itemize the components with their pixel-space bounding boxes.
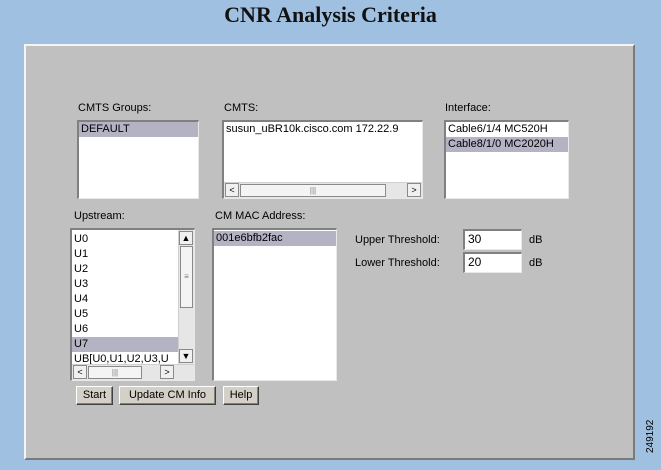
interface-label: Interface:	[445, 102, 491, 114]
list-item[interactable]: susun_uBR10k.cisco.com 172.22.9	[224, 122, 422, 137]
list-item[interactable]: Cable6/1/4 MC520H	[446, 122, 568, 137]
cmts-label: CMTS:	[224, 102, 259, 114]
criteria-panel: CMTS Groups: DEFAULT CMTS: susun_uBR10k.…	[24, 44, 635, 460]
scroll-thumb[interactable]: |||	[240, 184, 386, 197]
scroll-right-icon[interactable]: >	[160, 365, 174, 379]
scroll-left-icon[interactable]: <	[225, 183, 239, 197]
lower-threshold-label: Lower Threshold:	[355, 257, 440, 269]
list-item[interactable]: U0	[72, 232, 178, 247]
upper-threshold-label: Upper Threshold:	[355, 234, 440, 246]
update-cm-info-button[interactable]: Update CM Info	[119, 386, 216, 405]
cm-mac-label: CM MAC Address:	[215, 210, 306, 222]
upper-threshold-input[interactable]: 30	[463, 229, 522, 250]
upstream-list[interactable]: U0 U1 U2 U3 U4 U5 U6 U7 UB[U0,U1,U2,U3,U…	[70, 228, 195, 381]
list-item[interactable]: U4	[72, 292, 178, 307]
lower-threshold-unit: dB	[529, 257, 543, 269]
list-item[interactable]: U6	[72, 322, 178, 337]
upstream-label: Upstream:	[74, 210, 125, 222]
list-item[interactable]: U3	[72, 277, 178, 292]
cmts-groups-label: CMTS Groups:	[78, 102, 152, 114]
list-item[interactable]: U1	[72, 247, 178, 262]
lower-threshold-input[interactable]: 20	[463, 252, 522, 273]
list-item[interactable]: U5	[72, 307, 178, 322]
list-item[interactable]: Cable8/1/0 MC2020H	[446, 137, 568, 152]
cmts-groups-list[interactable]: DEFAULT	[77, 120, 199, 199]
help-button[interactable]: Help	[223, 386, 259, 405]
cmts-list[interactable]: susun_uBR10k.cisco.com 172.22.9 < ||| >	[222, 120, 423, 199]
scroll-left-icon[interactable]: <	[73, 365, 87, 379]
scroll-thumb[interactable]: ≡	[180, 246, 193, 308]
cmts-horizontal-scrollbar[interactable]: < ||| >	[224, 182, 422, 198]
scroll-up-icon[interactable]: ▲	[179, 231, 193, 245]
list-item[interactable]: DEFAULT	[79, 122, 198, 137]
upper-threshold-unit: dB	[529, 234, 543, 246]
scroll-down-icon[interactable]: ▼	[179, 349, 193, 363]
list-item[interactable]: U2	[72, 262, 178, 277]
upstream-vertical-scrollbar[interactable]: ▲ ≡ ▼	[178, 230, 194, 364]
scroll-right-icon[interactable]: >	[407, 183, 421, 197]
start-button[interactable]: Start	[76, 386, 113, 405]
cm-mac-list[interactable]: 001e6bfb2fac	[212, 228, 337, 381]
page-title: CNR Analysis Criteria	[224, 2, 437, 27]
upstream-horizontal-scrollbar[interactable]: < ||| >	[72, 364, 194, 380]
list-item[interactable]: 001e6bfb2fac	[214, 231, 336, 246]
scroll-thumb[interactable]: |||	[88, 366, 142, 379]
list-item[interactable]: U7	[72, 337, 178, 352]
figure-id: 249192	[645, 419, 656, 453]
interface-list[interactable]: Cable6/1/4 MC520H Cable8/1/0 MC2020H	[444, 120, 569, 199]
